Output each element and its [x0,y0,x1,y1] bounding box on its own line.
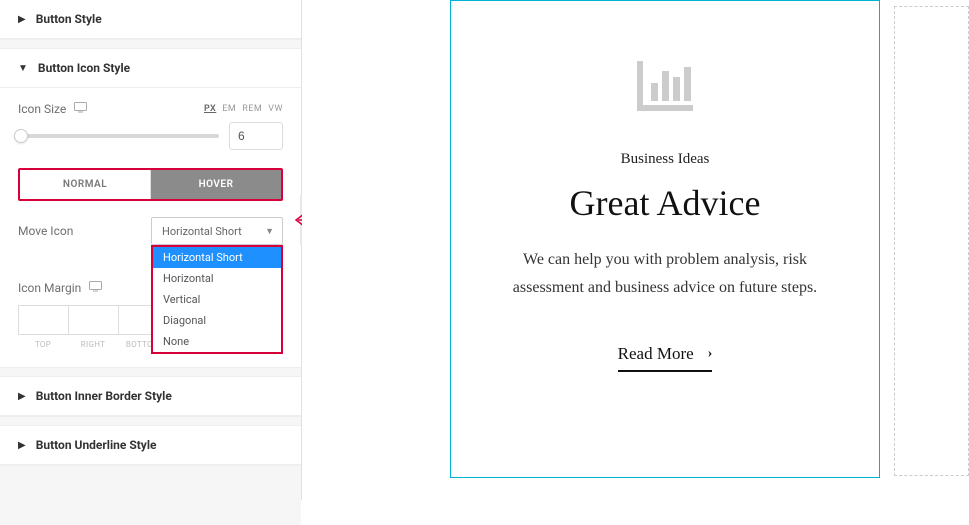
icon-size-row: Icon Size PX EM REM VW [18,102,283,116]
margin-top-input[interactable] [18,305,68,335]
bar-chart-icon [637,61,693,111]
preview-card[interactable]: Business Ideas Great Advice We can help … [450,0,880,478]
caret-right-icon: ▶ [18,440,26,451]
section-body-button-icon-style: Icon Size PX EM REM VW NORMAL HOVER M [0,88,301,367]
slider-thumb[interactable] [14,129,28,143]
move-icon-select[interactable]: Horizontal Short ▼ [151,217,283,245]
margin-top-label: TOP [18,340,68,349]
dropdown-option[interactable]: None [153,331,281,352]
section-button-icon-style[interactable]: ▼ Button Icon Style [0,49,301,88]
dropdown-option[interactable]: Horizontal [153,268,281,289]
section-button-inner-border[interactable]: ▶ Button Inner Border Style [0,377,301,416]
unit-vw[interactable]: VW [268,104,283,114]
chevron-down-icon: ▼ [265,226,274,237]
icon-size-slider-row [18,122,283,150]
dropdown-option[interactable]: Horizontal Short [153,247,281,268]
card-title: Great Advice [491,182,839,224]
caret-right-icon: ▶ [18,14,26,25]
move-icon-row: Move Icon Horizontal Short ▼ Horizontal … [18,217,283,245]
card-eyebrow: Business Ideas [491,151,839,168]
icon-margin-label-wrap: Icon Margin [18,281,102,295]
icon-size-slider[interactable] [18,134,219,138]
icon-size-label-wrap: Icon Size [18,102,87,116]
adjacent-placeholder [894,6,969,476]
section-divider [0,39,301,49]
icon-size-label: Icon Size [18,102,66,116]
move-icon-dropdown: Horizontal Short Horizontal Vertical Dia… [151,245,283,354]
dropdown-option[interactable]: Diagonal [153,310,281,331]
move-icon-select-wrap: Horizontal Short ▼ Horizontal Short Hori… [151,217,283,245]
unit-rem[interactable]: REM [242,104,262,114]
select-value: Horizontal Short [162,225,242,238]
icon-size-input[interactable] [229,122,283,150]
dropdown-option[interactable]: Vertical [153,289,281,310]
chevron-right-icon: › [708,346,713,362]
section-label: Button Inner Border Style [36,389,172,403]
desktop-icon[interactable] [74,102,87,116]
unit-em[interactable]: EM [222,104,236,114]
state-tabs: NORMAL HOVER [18,168,283,201]
section-divider [0,367,301,377]
section-button-style[interactable]: ▶ Button Style [0,0,301,39]
caret-right-icon: ▶ [18,391,26,402]
sidebar-footer-area [0,465,301,525]
margin-right-label: RIGHT [68,340,118,349]
card-body-text: We can help you with problem analysis, r… [491,246,839,302]
editor-sidebar: ▶ Button Style ▼ Button Icon Style Icon … [0,0,302,500]
desktop-icon[interactable] [89,281,102,295]
move-icon-label: Move Icon [18,224,73,238]
section-label: Button Underline Style [36,438,157,452]
units-selector: PX EM REM VW [204,104,283,114]
margin-right-input[interactable] [68,305,118,335]
tab-normal[interactable]: NORMAL [20,170,151,199]
read-more-button[interactable]: Read More › [618,344,713,372]
section-divider [0,416,301,426]
unit-px[interactable]: PX [204,104,216,114]
button-label: Read More [618,344,694,364]
icon-margin-label: Icon Margin [18,281,81,295]
preview-canvas: Business Ideas Great Advice We can help … [302,0,969,500]
section-label: Button Style [36,12,102,26]
tab-hover[interactable]: HOVER [151,170,281,199]
section-label: Button Icon Style [38,61,130,75]
section-button-underline[interactable]: ▶ Button Underline Style [0,426,301,465]
caret-down-icon: ▼ [18,63,28,74]
